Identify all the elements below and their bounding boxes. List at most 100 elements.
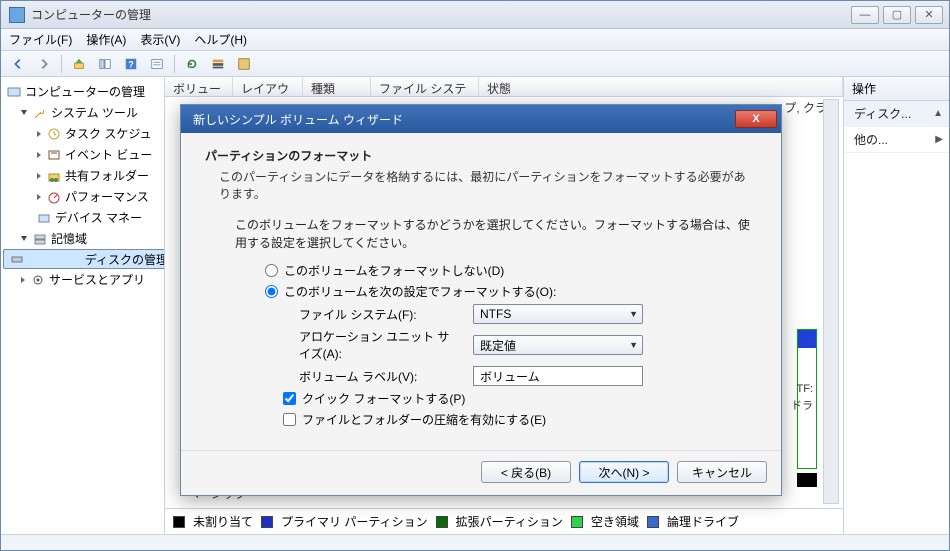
radio-do-format[interactable]: このボリュームを次の設定でフォーマットする(O): bbox=[265, 283, 757, 300]
settings-detail-button[interactable] bbox=[233, 54, 255, 74]
window-title: コンピューターの管理 bbox=[31, 6, 151, 23]
dialog-buttons: < 戻る(B) 次へ(N) > キャンセル bbox=[181, 450, 781, 495]
minimize-button[interactable]: — bbox=[851, 6, 879, 24]
dialog-titlebar: 新しいシンプル ボリューム ウィザード X bbox=[181, 105, 781, 133]
storage-icon bbox=[33, 232, 47, 246]
services-icon bbox=[31, 273, 45, 287]
legend: 未割り当て プライマリ パーティション 拡張パーティション 空き領域 論理ドライ… bbox=[165, 508, 843, 534]
row-filesystem: ファイル システム(F): NTFS ▼ bbox=[299, 304, 757, 324]
radio-no-format-label: このボリュームをフォーマットしない(D) bbox=[284, 262, 504, 279]
menu-help[interactable]: ヘルプ(H) bbox=[194, 31, 247, 48]
performance-icon bbox=[47, 190, 61, 204]
tree-shared-folders[interactable]: 共有フォルダー bbox=[3, 165, 162, 186]
radio-no-format-input[interactable] bbox=[265, 264, 278, 277]
compress-checkbox[interactable] bbox=[283, 413, 296, 426]
maximize-button[interactable]: ▢ bbox=[883, 6, 911, 24]
column-headers: ボリューム レイアウト 種類 ファイル システム 状態 bbox=[165, 77, 843, 97]
col-volume[interactable]: ボリューム bbox=[165, 77, 233, 96]
row-allocation: アロケーション ユニット サイズ(A): 既定値 ▼ bbox=[299, 328, 757, 362]
dialog-subheading: このパーティションにデータを格納するには、最初にパーティションをフォーマットする… bbox=[205, 168, 757, 202]
tree-root[interactable]: コンピューターの管理 bbox=[3, 81, 162, 102]
radio-do-format-label: このボリュームを次の設定でフォーマットする(O): bbox=[284, 283, 556, 300]
settings-list-button[interactable] bbox=[207, 54, 229, 74]
svg-text:?: ? bbox=[128, 59, 133, 69]
next-button[interactable]: 次へ(N) > bbox=[579, 461, 669, 483]
chevron-right-icon: ▶ bbox=[935, 134, 943, 145]
tree-event-viewer[interactable]: イベント ビュー bbox=[3, 144, 162, 165]
tree-disk-management[interactable]: ディスクの管理 bbox=[3, 249, 165, 269]
tree-system-tools[interactable]: システム ツール bbox=[3, 102, 162, 123]
drive-fragment: ドラ bbox=[791, 397, 813, 413]
col-filesystem[interactable]: ファイル システム bbox=[371, 77, 479, 96]
filesystem-select[interactable]: NTFS ▼ bbox=[473, 304, 643, 324]
refresh-button[interactable] bbox=[181, 54, 203, 74]
chevron-down-icon: ▼ bbox=[629, 340, 638, 350]
nav-tree[interactable]: コンピューターの管理 システム ツール タスク スケジュ イベント ビュー 共有 bbox=[1, 77, 165, 534]
window-buttons: — ▢ ✕ bbox=[849, 6, 945, 24]
toolbar: ? bbox=[1, 51, 949, 77]
menu-file[interactable]: ファイル(F) bbox=[9, 31, 72, 48]
tree-device-manager[interactable]: デバイス マネー bbox=[3, 207, 162, 228]
forward-button[interactable] bbox=[33, 54, 55, 74]
legend-free: 空き領域 bbox=[591, 513, 639, 530]
action-disk[interactable]: ディスク... ▲ bbox=[844, 101, 949, 127]
tree-performance[interactable]: パフォーマンス bbox=[3, 186, 162, 207]
legend-logical: 論理ドライブ bbox=[667, 513, 739, 530]
legend-unallocated: 未割り当て bbox=[193, 513, 253, 530]
chevron-up-icon: ▲ bbox=[933, 108, 943, 119]
dialog-close-button[interactable]: X bbox=[735, 110, 777, 128]
row-quick-format[interactable]: クイック フォーマットする(P) bbox=[283, 390, 757, 407]
legend-primary: プライマリ パーティション bbox=[281, 513, 428, 530]
event-icon bbox=[47, 148, 61, 162]
scrollbar[interactable] bbox=[823, 99, 839, 504]
volume-label-input[interactable] bbox=[473, 366, 643, 386]
properties-button[interactable] bbox=[146, 54, 168, 74]
action-other[interactable]: 他の... ▶ bbox=[844, 127, 949, 153]
row-compress[interactable]: ファイルとフォルダーの圧縮を有効にする(E) bbox=[283, 411, 757, 428]
dialog-title: 新しいシンプル ボリューム ウィザード bbox=[193, 111, 735, 128]
col-layout[interactable]: レイアウト bbox=[233, 77, 303, 96]
menu-action[interactable]: 操作(A) bbox=[86, 31, 126, 48]
quick-format-label: クイック フォーマットする(P) bbox=[302, 390, 465, 407]
titlebar: コンピューターの管理 — ▢ ✕ bbox=[1, 1, 949, 29]
volume-label-label: ボリューム ラベル(V): bbox=[299, 368, 459, 385]
up-button[interactable] bbox=[68, 54, 90, 74]
back-button[interactable]: < 戻る(B) bbox=[481, 461, 571, 483]
shared-folder-icon bbox=[47, 169, 61, 183]
tree-storage[interactable]: 記憶域 bbox=[3, 228, 162, 249]
close-button[interactable]: ✕ bbox=[915, 6, 943, 24]
compress-label: ファイルとフォルダーの圧縮を有効にする(E) bbox=[302, 411, 546, 428]
disk-icon bbox=[10, 252, 24, 266]
cancel-button[interactable]: キャンセル bbox=[677, 461, 767, 483]
allocation-select[interactable]: 既定値 ▼ bbox=[473, 335, 643, 355]
show-hide-tree-button[interactable] bbox=[94, 54, 116, 74]
radio-no-format[interactable]: このボリュームをフォーマットしない(D) bbox=[265, 262, 757, 279]
device-icon bbox=[37, 211, 51, 225]
statusbar bbox=[1, 534, 949, 550]
dialog-body: パーティションのフォーマット このパーティションにデータを格納するには、最初にパ… bbox=[181, 133, 781, 450]
help-button[interactable]: ? bbox=[120, 54, 142, 74]
menubar: ファイル(F) 操作(A) 表示(V) ヘルプ(H) bbox=[1, 29, 949, 51]
legend-extended: 拡張パーティション bbox=[456, 513, 563, 530]
quick-format-checkbox[interactable] bbox=[283, 392, 296, 405]
dialog-heading: パーティションのフォーマット bbox=[205, 147, 757, 164]
col-type[interactable]: 種類 bbox=[303, 77, 371, 96]
col-status[interactable]: 状態 bbox=[479, 77, 843, 96]
tree-services[interactable]: サービスとアプリ bbox=[3, 269, 162, 290]
filesystem-label: ファイル システム(F): bbox=[299, 306, 459, 323]
app-icon bbox=[9, 7, 25, 23]
back-button[interactable] bbox=[7, 54, 29, 74]
allocation-label: アロケーション ユニット サイズ(A): bbox=[299, 328, 459, 362]
tree-task-scheduler[interactable]: タスク スケジュ bbox=[3, 123, 162, 144]
ntfs-fragment: TF: bbox=[797, 383, 814, 395]
menu-view[interactable]: 表示(V) bbox=[140, 31, 180, 48]
disk-bar-fragment bbox=[797, 473, 817, 487]
actions-header: 操作 bbox=[844, 77, 949, 101]
row-volume-label: ボリューム ラベル(V): bbox=[299, 366, 757, 386]
dialog-instruction: このボリュームをフォーマットするかどうかを選択してください。フォーマットする場合… bbox=[235, 216, 757, 252]
radio-do-format-input[interactable] bbox=[265, 285, 278, 298]
wizard-dialog: 新しいシンプル ボリューム ウィザード X パーティションのフォーマット このパ… bbox=[180, 104, 782, 496]
tools-icon bbox=[33, 106, 47, 120]
actions-pane: 操作 ディスク... ▲ 他の... ▶ bbox=[843, 77, 949, 534]
computer-icon bbox=[7, 85, 21, 99]
